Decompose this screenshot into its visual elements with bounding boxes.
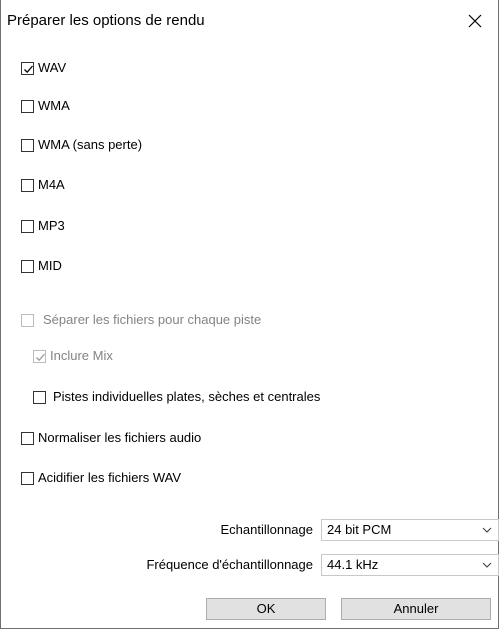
checkbox-box[interactable] xyxy=(21,138,34,152)
chevron-down-icon xyxy=(482,527,492,533)
checkbox-label: MID xyxy=(38,258,62,273)
checkbox-label: WMA (sans perte) xyxy=(38,137,143,152)
checkbox-box[interactable] xyxy=(21,61,34,75)
title-bar: Préparer les options de rendu xyxy=(1,0,498,40)
checkbox-label: Séparer les fichiers pour chaque piste xyxy=(43,312,262,327)
checkbox-label: Normaliser les fichiers audio xyxy=(38,430,202,445)
chevron-down-icon xyxy=(482,562,492,568)
ok-button[interactable]: OK xyxy=(206,598,326,620)
format-wav-checkbox[interactable]: WAV xyxy=(21,60,66,76)
checkbox-label: MP3 xyxy=(38,218,65,233)
sampling-value: 24 bit PCM xyxy=(327,522,392,537)
frequency-select[interactable]: 44.1 kHz xyxy=(321,554,499,576)
checkbox-label: M4A xyxy=(38,177,65,192)
cancel-button[interactable]: Annuler xyxy=(341,598,491,620)
frequency-value: 44.1 kHz xyxy=(327,557,379,572)
sampling-select[interactable]: 24 bit PCM xyxy=(321,519,499,541)
checkbox-box[interactable] xyxy=(21,431,34,445)
render-options-dialog: Préparer les options de rendu WAV WMA WM… xyxy=(0,0,499,629)
dialog-title: Préparer les options de rendu xyxy=(7,12,205,29)
check-icon xyxy=(24,65,33,73)
checkbox-box[interactable] xyxy=(21,313,34,327)
frequency-label: Fréquence d'échantillonnage xyxy=(146,557,313,572)
check-icon xyxy=(36,353,45,361)
checkbox-box[interactable] xyxy=(21,219,34,233)
checkbox-box[interactable] xyxy=(33,390,46,404)
format-mp3-checkbox[interactable]: MP3 xyxy=(21,218,65,234)
format-wma-checkbox[interactable]: WMA xyxy=(21,98,70,114)
format-wma-lossless-checkbox[interactable]: WMA (sans perte) xyxy=(21,137,142,153)
checkbox-box[interactable] xyxy=(33,349,46,363)
acidify-checkbox[interactable]: Acidifier les fichiers WAV xyxy=(21,470,181,486)
checkbox-label: Inclure Mix xyxy=(50,348,113,363)
checkbox-box[interactable] xyxy=(21,99,34,113)
close-button[interactable] xyxy=(457,6,493,36)
separate-files-checkbox[interactable]: Séparer les fichiers pour chaque piste xyxy=(21,312,261,328)
sampling-label: Echantillonnage xyxy=(220,522,313,537)
checkbox-box[interactable] xyxy=(21,178,34,192)
individual-tracks-checkbox[interactable]: Pistes individuelles plates, sèches et c… xyxy=(33,389,320,405)
format-mid-checkbox[interactable]: MID xyxy=(21,258,62,274)
close-icon xyxy=(468,14,482,28)
checkbox-label: WAV xyxy=(38,60,67,75)
checkbox-label: Pistes individuelles plates, sèches et c… xyxy=(53,389,321,404)
format-m4a-checkbox[interactable]: M4A xyxy=(21,177,65,193)
checkbox-label: Acidifier les fichiers WAV xyxy=(38,470,182,485)
include-mix-checkbox[interactable]: Inclure Mix xyxy=(33,348,113,364)
checkbox-box[interactable] xyxy=(21,259,34,273)
checkbox-box[interactable] xyxy=(21,471,34,485)
normalize-checkbox[interactable]: Normaliser les fichiers audio xyxy=(21,430,201,446)
checkbox-label: WMA xyxy=(38,98,70,113)
